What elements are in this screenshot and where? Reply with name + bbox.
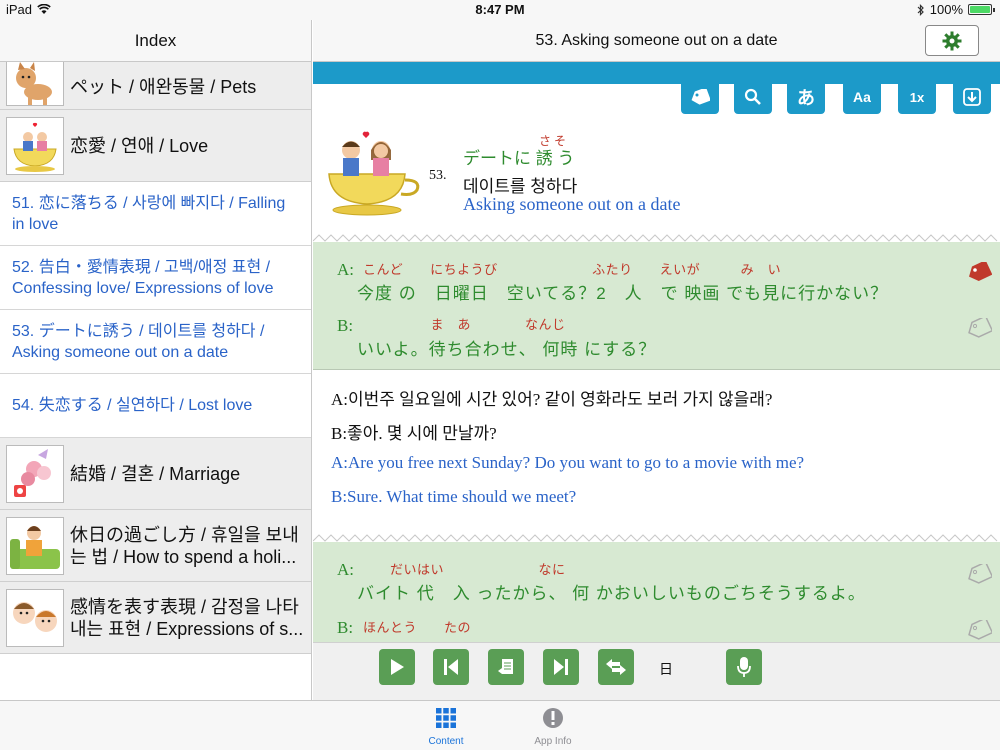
category-row-emotions[interactable]: 感情を表す表現 / 감정을 나타내는 표현 / Expressions of s…: [0, 582, 311, 654]
day-indicator: 日: [659, 661, 673, 677]
status-bar: iPad 8:47 PM 100%: [0, 0, 1000, 20]
index-sidebar: Index ペット / 애완동물 / Pets 恋愛 / 연애 / Love 5…: [0, 20, 312, 700]
category-label: 恋愛 / 연애 / Love: [70, 135, 209, 156]
dialog-line-a: 今度 の 日曜日 空いてる？2 人 で 映画 でも見に行かない？: [357, 284, 889, 303]
playback-speed-button[interactable]: 1x: [898, 80, 936, 114]
furigana-line: ま あ なんじ: [363, 317, 566, 332]
battery-icon: [968, 4, 995, 15]
bookmark-tag-outline-icon[interactable]: [966, 564, 992, 584]
main-header: 53. Asking someone out on a date: [313, 20, 1000, 62]
microphone-icon: [737, 657, 751, 677]
translation-english-a: A:Are you free next Sunday? Do you want …: [331, 453, 805, 472]
lesson-label: 51. 恋に落ちる / 사랑에 빠지다 / Falling in love: [12, 194, 286, 233]
furigana-line: だいはい なに: [363, 562, 566, 577]
play-button[interactable]: [379, 649, 415, 685]
lesson-row-52[interactable]: 52. 告白・愛情表現 / 고백/애정 표현 / Confessing love…: [0, 246, 311, 310]
lesson-label: 54. 失恋する / 실연하다 / Lost love: [12, 397, 253, 414]
furigana-line: こんど にちようび ふたり えいが み い: [363, 262, 782, 277]
lesson-content[interactable]: あ Aa 1x 53. さそ デートに 誘 う 데이트를 청하다 Asking …: [313, 62, 1000, 642]
lesson-title-block: 53. さそ デートに 誘 う 데이트를 청하다 Asking someone …: [313, 130, 1000, 238]
category-label: 休日の過ごし方 / 휴일을 보내는 법 / How to spend a hol…: [70, 524, 299, 567]
dialog-line-a: バイト 代 入 ったから、 何 かおいしいものごちそうするよ。: [357, 584, 866, 603]
kana-toggle-button[interactable]: あ: [787, 80, 825, 114]
lesson-label: 53. デートに誘う / 데이트를 청하다 / Asking someone o…: [12, 322, 265, 361]
category-label: 感情を表す表現 / 감정을 나타내는 표현 / Expressions of s…: [70, 596, 304, 639]
download-button[interactable]: [953, 80, 991, 114]
index-list[interactable]: ペット / 애완동물 / Pets 恋愛 / 연애 / Love 51. 恋に落…: [0, 62, 311, 654]
zigzag-divider: [313, 534, 998, 542]
play-icon: [391, 659, 404, 675]
translation-block: A:이번주 일요일에 시간 있어? 같이 영화라도 보러 가지 않을래? B:좋…: [313, 371, 1000, 539]
tab-label: Content: [428, 736, 464, 747]
lesson-toolbar: あ Aa 1x: [313, 80, 1000, 116]
gear-icon: [942, 31, 962, 50]
category-row-love[interactable]: 恋愛 / 연애 / Love: [0, 110, 311, 182]
tab-app-info[interactable]: App Info: [513, 707, 593, 747]
couple-teacup-illustration: [328, 131, 420, 216]
swap-arrows-icon: [606, 659, 626, 675]
couple-teacup-icon: [6, 116, 64, 175]
speaker-a-label: A:: [337, 260, 354, 279]
furigana-line: ほんとう たの: [363, 620, 472, 635]
speaker-a-label: A:: [337, 560, 354, 579]
translation-korean-a: A:이번주 일요일에 시간 있어? 같이 영화라도 보러 가지 않을래?: [331, 390, 773, 409]
previous-button[interactable]: [433, 649, 469, 685]
search-icon: [744, 88, 761, 105]
category-row-marriage[interactable]: 結婚 / 결혼 / Marriage: [0, 438, 311, 510]
dog-icon: [6, 62, 64, 106]
zigzag-divider: [313, 234, 998, 242]
document-repeat-icon: [498, 659, 513, 674]
font-size-button[interactable]: Aa: [843, 80, 881, 114]
dialog-japanese-2[interactable]: A: だいはい なに バイト 代 入 ったから、 何 かおいしいものごちそうする…: [313, 542, 1000, 642]
tab-label: App Info: [534, 736, 572, 747]
skip-back-icon: [444, 659, 458, 675]
bookmark-tag-button[interactable]: [681, 80, 719, 114]
download-icon: [963, 88, 981, 106]
grid-icon: [436, 708, 456, 728]
translation-korean-b: B:좋아. 몇 시에 만날까?: [331, 424, 497, 443]
lesson-title-japanese: デートに 誘 う: [463, 149, 575, 168]
lesson-title-english: Asking someone out on a date: [463, 194, 681, 214]
record-button[interactable]: [726, 649, 762, 685]
skip-forward-icon: [554, 659, 568, 675]
lesson-label: 52. 告白・愛情表現 / 고백/애정 표현 / Confessing love…: [12, 258, 274, 297]
repeat-line-button[interactable]: [488, 649, 524, 685]
sidebar-title: Index: [0, 20, 311, 62]
page-title: 53. Asking someone out on a date: [535, 32, 778, 49]
battery-percent: 100%: [929, 2, 963, 17]
lesson-row-51[interactable]: 51. 恋に落ちる / 사랑에 빠지다 / Falling in love: [0, 182, 311, 246]
dialog-japanese-1[interactable]: A: こんど にちようび ふたり えいが み い 今度 の 日曜日 空いてる？2…: [313, 242, 1000, 370]
speaker-b-label: B:: [337, 316, 354, 335]
clock: 8:47 PM: [475, 2, 525, 17]
bouquet-icon: [6, 444, 64, 503]
search-button[interactable]: [734, 80, 772, 114]
lesson-row-53[interactable]: 53. デートに誘う / 데이트를 청하다 / Asking someone o…: [0, 310, 311, 374]
bookmark-tag-outline-icon[interactable]: [966, 620, 992, 640]
bookmark-tag-filled-icon[interactable]: [966, 262, 992, 282]
info-alert-icon: [543, 708, 563, 728]
bookmark-tag-outline-icon[interactable]: [966, 318, 992, 338]
category-label: ペット / 애완동물 / Pets: [70, 77, 257, 97]
next-button[interactable]: [543, 649, 579, 685]
person-sofa-icon: [6, 516, 64, 575]
translation-english-b: B:Sure. What time should we meet?: [331, 487, 577, 506]
category-row-holiday[interactable]: 休日の過ごし方 / 휴일을 보내는 법 / How to spend a hol…: [0, 510, 311, 582]
lesson-number: 53.: [429, 168, 447, 183]
tag-icon: [691, 89, 710, 105]
category-label: 結婚 / 결혼 / Marriage: [70, 463, 241, 484]
lesson-row-54[interactable]: 54. 失恋する / 실연하다 / Lost love: [0, 374, 311, 438]
dialog-line-b: いいよ。待ち合わせ、 何時 にする？: [357, 340, 657, 359]
tab-bar: Content App Info: [0, 700, 1000, 750]
language-swap-button[interactable]: [598, 649, 634, 685]
tab-content[interactable]: Content: [406, 707, 486, 747]
speaker-b-label: B:: [337, 618, 354, 637]
settings-button[interactable]: [925, 25, 979, 56]
category-row-pets[interactable]: ペット / 애완동물 / Pets: [0, 62, 311, 110]
audio-player-bar: 日: [313, 642, 1000, 700]
bluetooth-icon: [917, 3, 924, 16]
kids-faces-icon: [6, 588, 64, 647]
